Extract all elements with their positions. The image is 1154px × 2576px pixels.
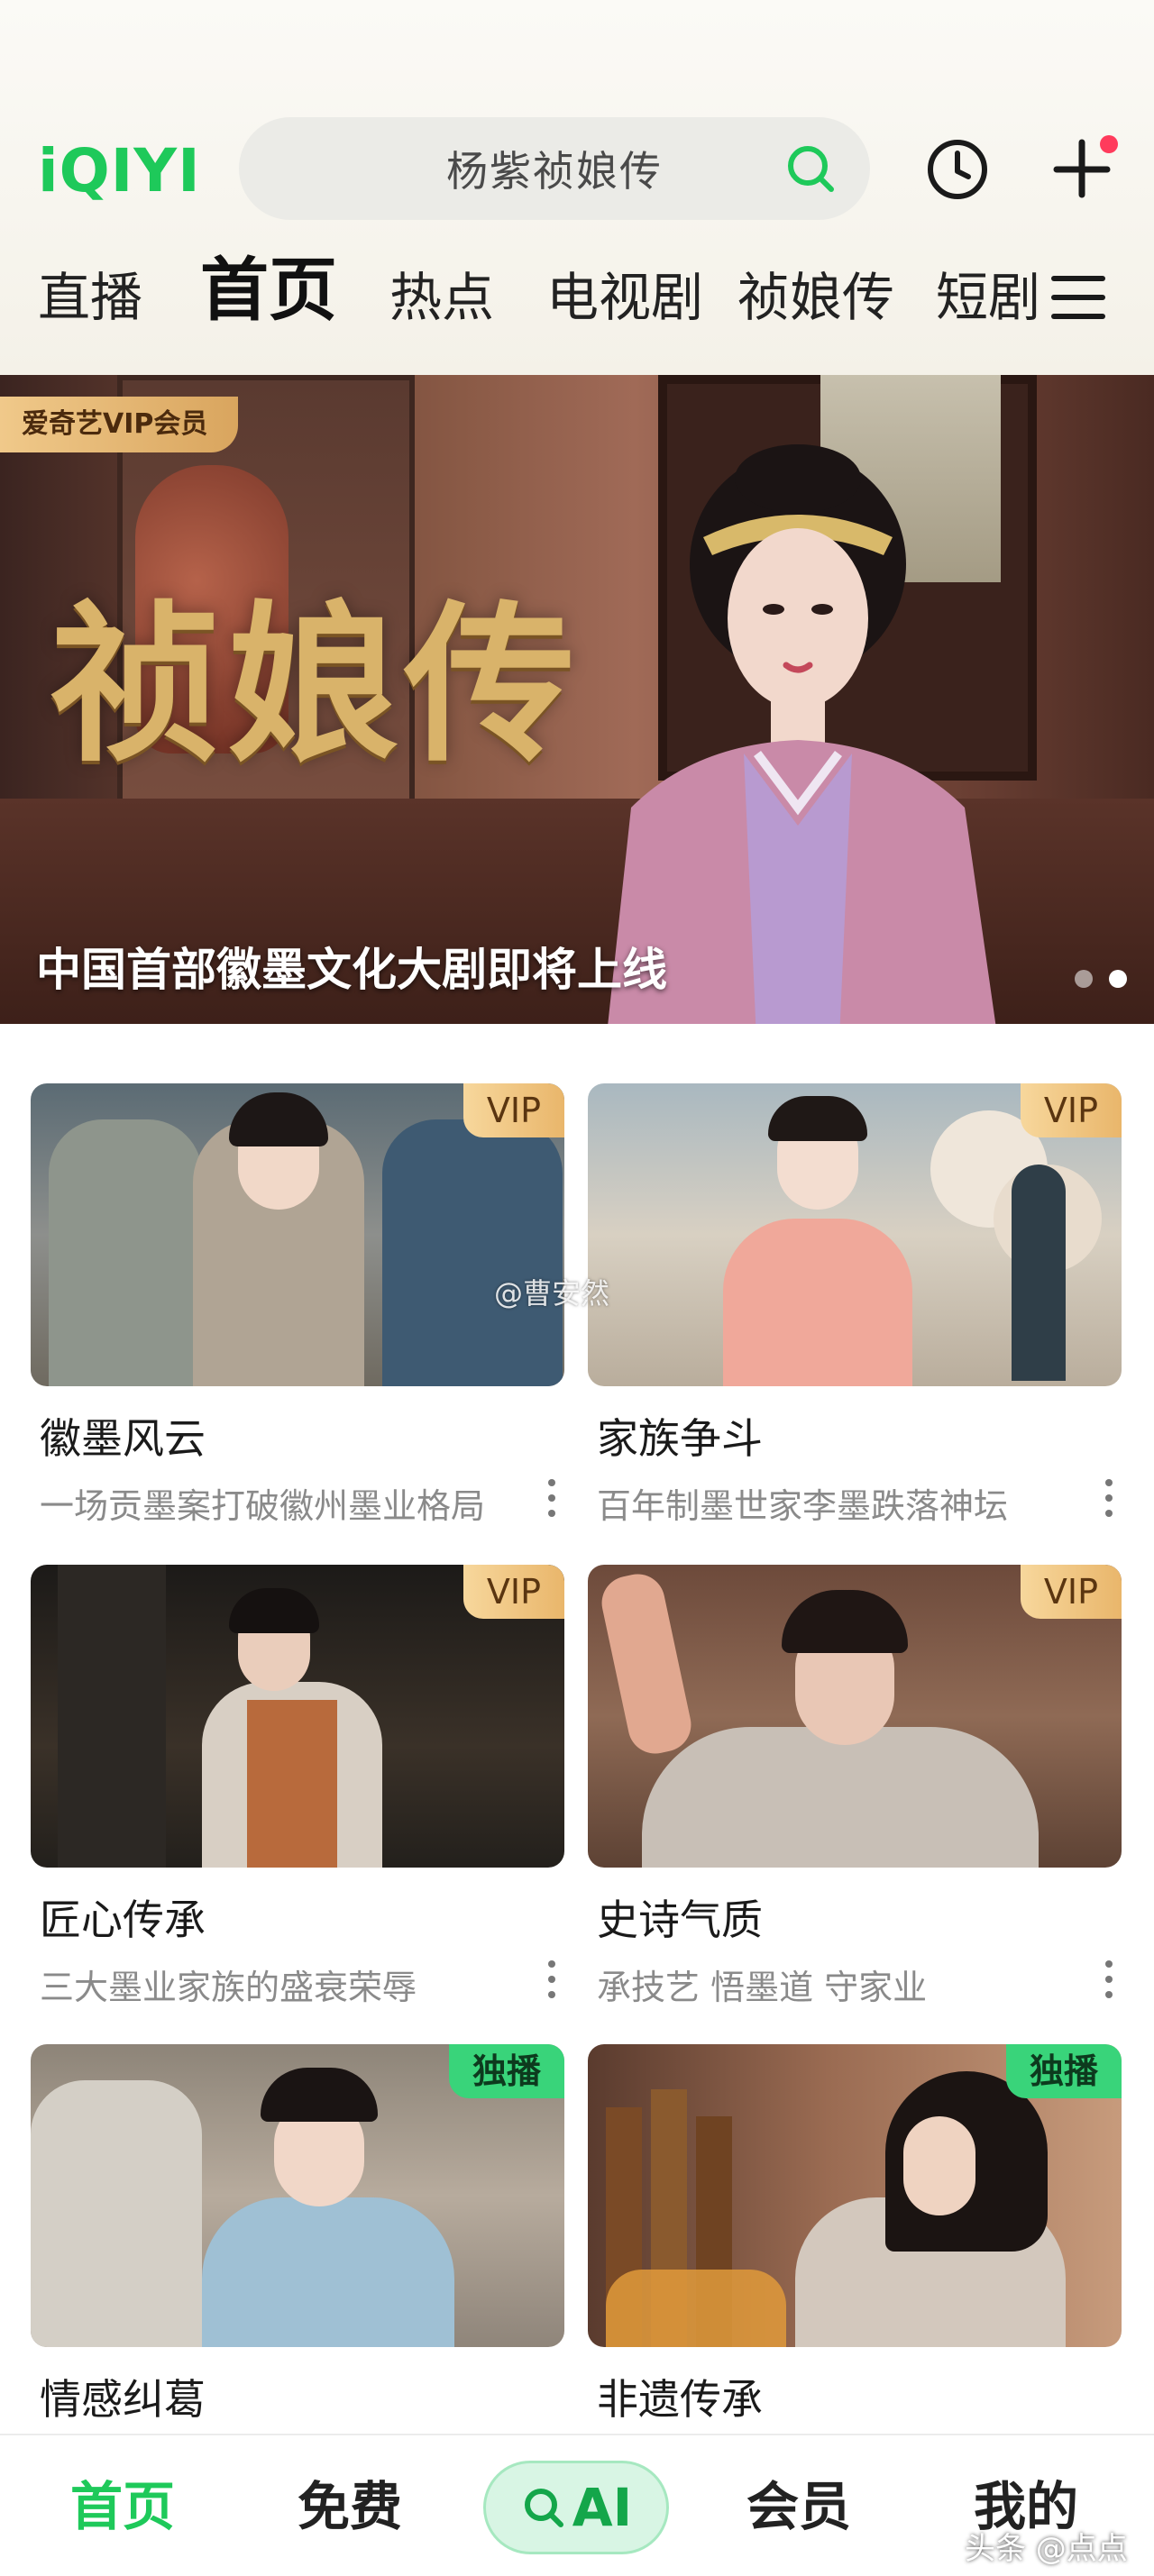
- vip-badge: VIP: [1020, 1083, 1122, 1137]
- video-card[interactable]: VIP 家族争斗 百年制墨世家李墨跌落神坛: [588, 1083, 1122, 1528]
- card-title[interactable]: 匠心传承: [40, 1887, 564, 1947]
- card-title[interactable]: 徽墨风云: [40, 1406, 564, 1466]
- more-options-icon[interactable]: [1102, 1957, 1116, 2002]
- video-card[interactable]: VIP 匠心传承 三大墨业家族的盛衰荣辱: [31, 1565, 564, 2009]
- search-icon[interactable]: [783, 142, 838, 196]
- app-root: iQIYI 杨紫祯娘传 直播 首页 热点 电视剧 祯娘传 短剧 爱奇艺VIP会员…: [0, 0, 1154, 2576]
- card-thumbnail[interactable]: VIP: [588, 1565, 1122, 1868]
- search-input[interactable]: 杨紫祯娘传: [446, 139, 663, 198]
- tab-home[interactable]: 首页: [70, 2435, 175, 2576]
- menu-icon[interactable]: [1049, 270, 1107, 324]
- banner-caption: 中国首部徽墨文化大剧即将上线: [36, 944, 667, 996]
- nav-item-tv[interactable]: 电视剧: [546, 252, 703, 343]
- card-title[interactable]: 非遗传承: [597, 2367, 1122, 2426]
- card-subtitle: 百年制墨世家李墨跌落神坛: [597, 1486, 1009, 1526]
- ai-label: AI: [572, 2477, 633, 2538]
- more-options-icon[interactable]: [545, 1475, 559, 1521]
- card-thumbnail[interactable]: 独播: [31, 2044, 564, 2347]
- exclusive-badge: 独播: [1005, 2044, 1122, 2098]
- category-nav: 直播 首页 热点 电视剧 祯娘传 短剧: [0, 250, 1154, 343]
- vip-member-tag: 爱奇艺VIP会员: [0, 397, 239, 452]
- banner-dot[interactable]: [1075, 970, 1093, 988]
- notification-dot: [1100, 135, 1118, 153]
- corner-watermark: 头条 @点点: [965, 2531, 1128, 2567]
- nav-item-hot[interactable]: 热点: [389, 252, 494, 343]
- search-bar[interactable]: 杨紫祯娘传: [239, 117, 870, 220]
- nav-item-home[interactable]: 首页: [200, 245, 337, 335]
- top-header: iQIYI 杨紫祯娘传 直播 首页 热点 电视剧 祯娘传 短剧: [0, 0, 1154, 375]
- hero-banner[interactable]: 爱奇艺VIP会员 祯娘传 中国首部徽墨文化大剧即将上线: [0, 375, 1154, 1024]
- banner-title: 祯娘传: [50, 584, 582, 785]
- card-thumbnail[interactable]: VIP: [31, 1565, 564, 1868]
- nav-item-live[interactable]: 直播: [38, 252, 142, 343]
- banner-dot-active[interactable]: [1109, 970, 1127, 988]
- card-title[interactable]: 情感纠葛: [40, 2367, 564, 2426]
- card-subtitle: 三大墨业家族的盛衰荣辱: [40, 1968, 417, 2007]
- card-title[interactable]: 史诗气质: [597, 1887, 1122, 1947]
- video-card[interactable]: 独播 情感纠葛: [31, 2044, 564, 2426]
- video-card[interactable]: 独播 非遗传承: [588, 2044, 1122, 2426]
- card-title[interactable]: 家族争斗: [597, 1406, 1122, 1466]
- history-icon[interactable]: [925, 137, 990, 202]
- tab-membership[interactable]: 会员: [746, 2435, 851, 2576]
- ai-search-icon: [524, 2489, 563, 2527]
- vip-badge: VIP: [463, 1565, 564, 1619]
- image-watermark: @曹安然: [494, 1276, 610, 1311]
- card-subtitle: 一场贡墨案打破徽州墨业格局: [40, 1486, 486, 1526]
- card-thumbnail[interactable]: 独播: [588, 2044, 1122, 2347]
- exclusive-badge: 独播: [448, 2044, 564, 2098]
- vip-badge: VIP: [463, 1083, 564, 1137]
- card-subtitle: 承技艺 悟墨道 守家业: [597, 1968, 928, 2007]
- tab-ai[interactable]: AI: [483, 2461, 669, 2554]
- banner-pagination: [1075, 970, 1127, 988]
- video-card[interactable]: VIP 徽墨风云 一场贡墨案打破徽州墨业格局: [31, 1083, 564, 1528]
- video-card[interactable]: VIP 史诗气质 承技艺 悟墨道 守家业: [588, 1565, 1122, 2009]
- card-thumbnail[interactable]: VIP: [588, 1083, 1122, 1386]
- card-thumbnail[interactable]: VIP: [31, 1083, 564, 1386]
- vip-badge: VIP: [1020, 1565, 1122, 1619]
- more-options-icon[interactable]: [1102, 1475, 1116, 1521]
- nav-item-zhenniang[interactable]: 祯娘传: [737, 252, 894, 343]
- iqiyi-logo[interactable]: iQIYI: [38, 135, 201, 207]
- more-options-icon[interactable]: [545, 1957, 559, 2002]
- nav-item-short[interactable]: 短剧: [936, 252, 1040, 343]
- tab-free[interactable]: 免费: [298, 2435, 402, 2576]
